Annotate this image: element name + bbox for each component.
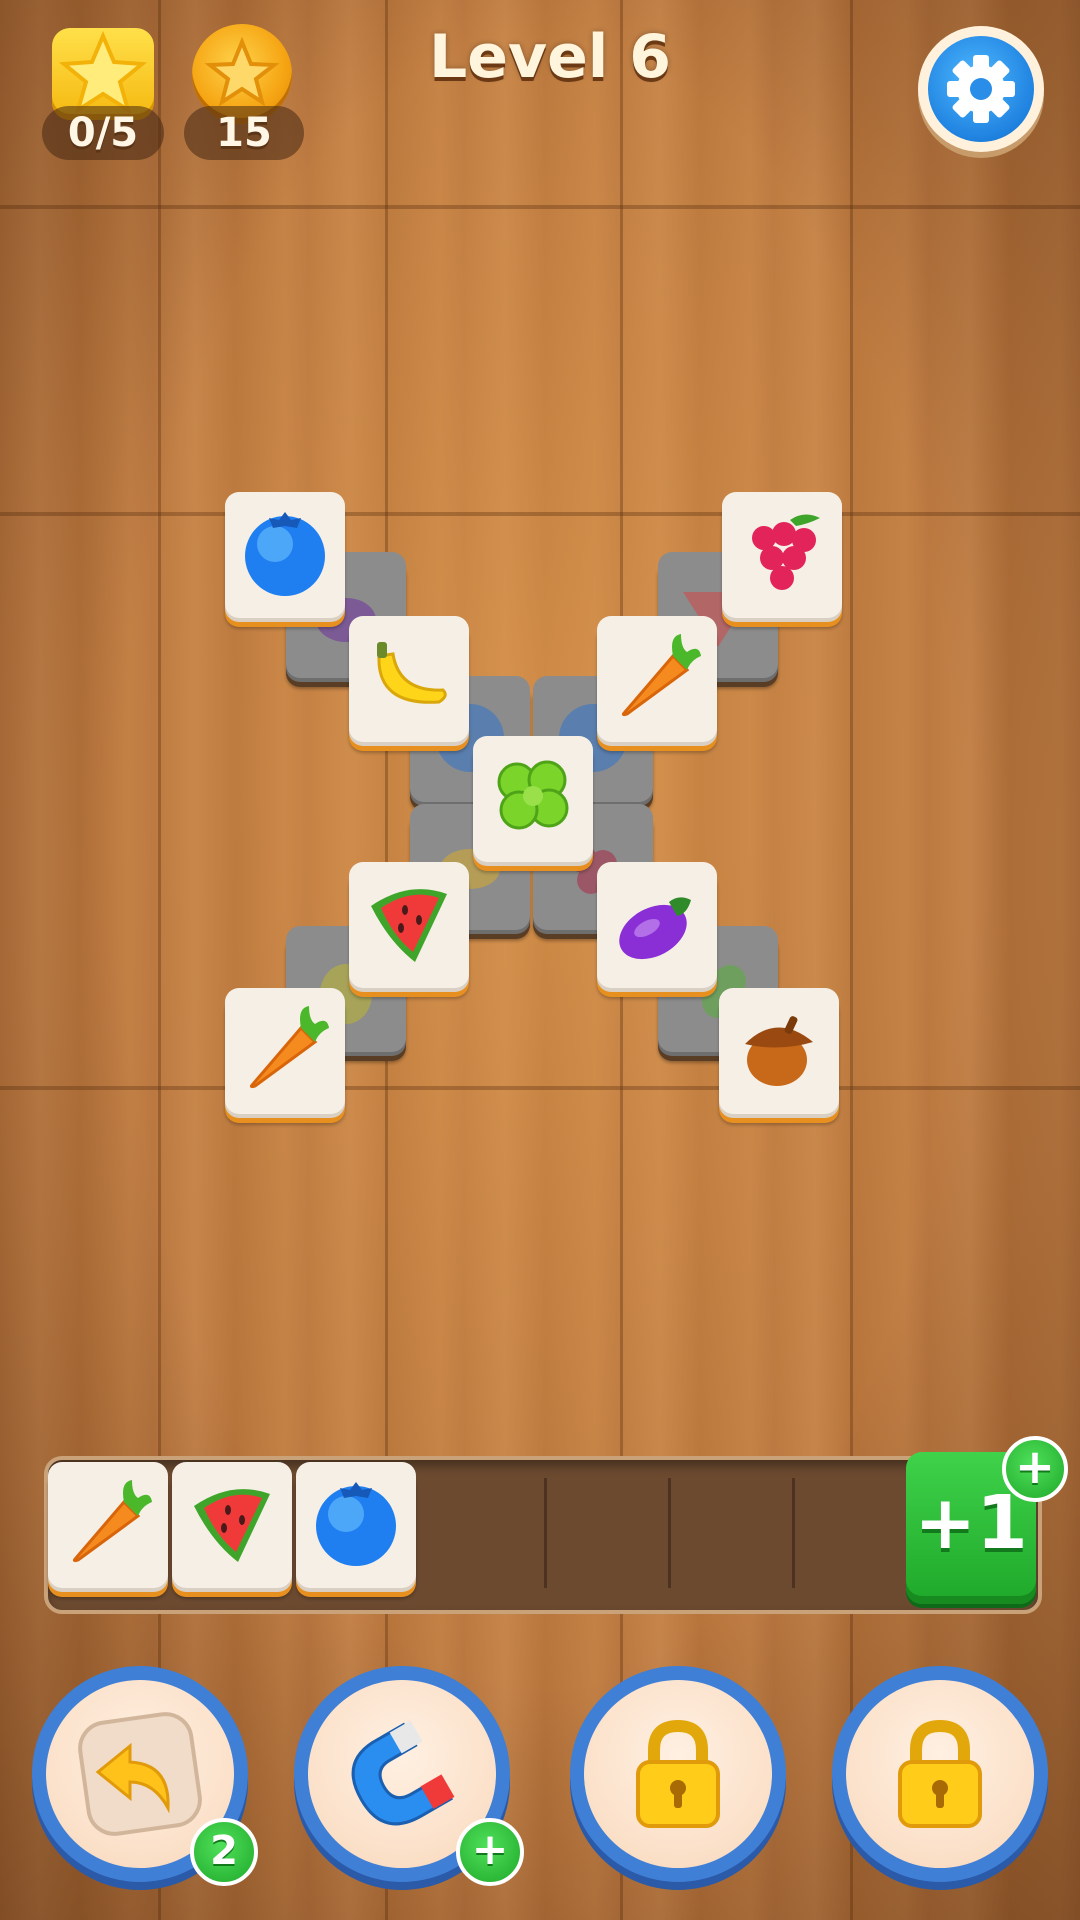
tile-carrot[interactable]: [225, 988, 345, 1114]
settings-button[interactable]: [918, 26, 1044, 152]
carrot-icon: [621, 634, 701, 717]
blueberry-icon: [316, 1482, 396, 1566]
banana-icon: [377, 642, 447, 704]
clover-icon: [497, 760, 569, 830]
watermelon-icon: [371, 889, 447, 962]
acorn-icon: [745, 1016, 813, 1086]
magnet-icon: [351, 1720, 455, 1826]
tile-carrot[interactable]: [597, 616, 717, 742]
tray-divider: [544, 1478, 547, 1588]
watermelon-icon: [194, 1489, 270, 1562]
level-title: Level 6: [429, 22, 671, 92]
vignette: [0, 0, 1080, 1920]
lock-icon: [898, 1719, 982, 1828]
tray-tile-carrot: [48, 1462, 168, 1588]
tray-tile-watermelon: [172, 1462, 292, 1588]
tile-clover[interactable]: [473, 736, 593, 862]
tray-tile-blueberry: [296, 1462, 416, 1588]
tile-watermelon[interactable]: [349, 862, 469, 988]
tile-grapes[interactable]: [722, 492, 842, 618]
carrot-icon: [72, 1480, 152, 1563]
magnet-plus-badge[interactable]: +: [456, 1818, 524, 1886]
tile-blueberry[interactable]: [225, 492, 345, 618]
undo-count-badge: 2: [190, 1818, 258, 1886]
locked-booster-3[interactable]: [570, 1666, 786, 1882]
stars-counter: 0/5: [42, 106, 164, 160]
gear-icon: [947, 55, 1015, 123]
undo-icon: [78, 1712, 202, 1836]
lock-icon: [636, 1719, 720, 1828]
blueberry-icon: [245, 512, 325, 596]
grapes-icon: [752, 514, 820, 590]
coin-counter: 15: [184, 106, 304, 160]
tile-acorn[interactable]: [719, 988, 839, 1114]
tray-divider: [792, 1478, 795, 1588]
tile-banana[interactable]: [349, 616, 469, 742]
locked-booster-4[interactable]: [832, 1666, 1048, 1882]
eggplant-icon: [619, 897, 691, 960]
tray-divider: [668, 1478, 671, 1588]
carrot-icon: [249, 1006, 329, 1089]
add-slot-plus-icon[interactable]: +: [1002, 1436, 1068, 1502]
tile-eggplant[interactable]: [597, 862, 717, 988]
